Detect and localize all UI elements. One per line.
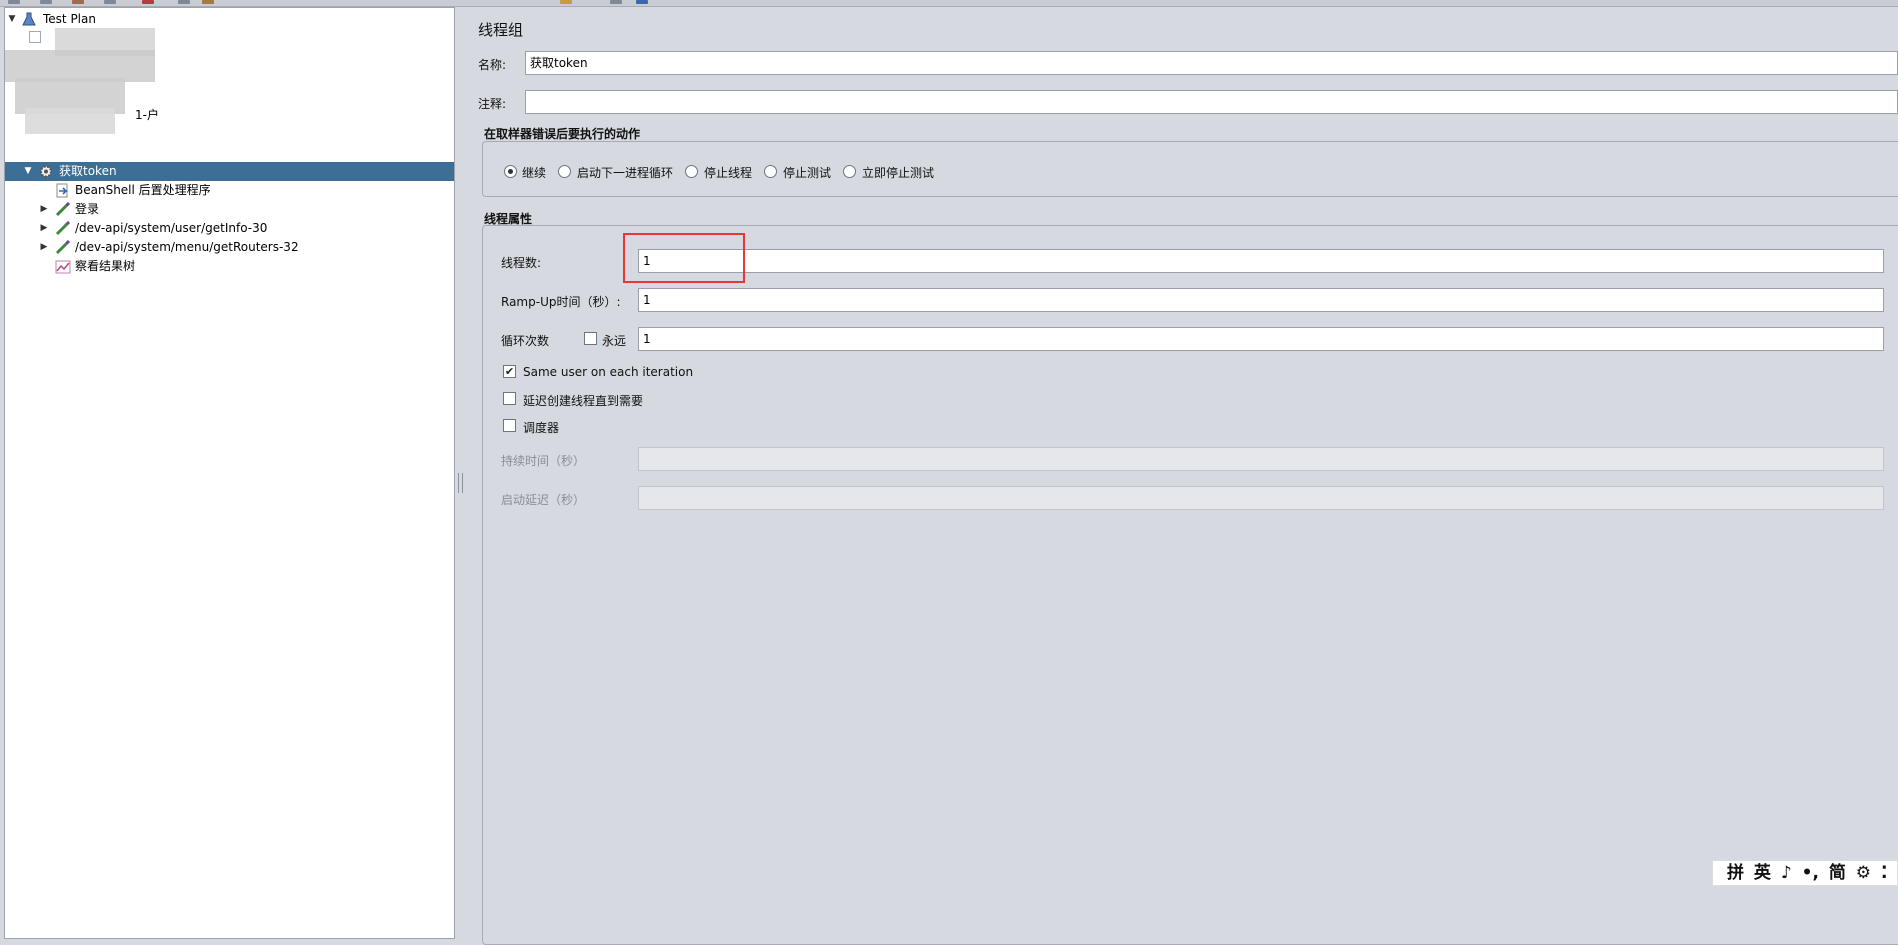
comment-input[interactable]	[525, 90, 1898, 114]
radio-stop-test-now[interactable]	[843, 165, 856, 178]
ime-toolbar[interactable]: 拼 英 ♪ •, 简 ⚙ ⁚	[1712, 860, 1898, 886]
delay-thread-creation-label: 延迟创建线程直到需要	[523, 394, 644, 408]
error-action-title: 在取样器错误后要执行的动作	[484, 127, 641, 141]
tree-node-thread-group[interactable]: ▼ 获取token	[5, 162, 454, 181]
startup-delay-input	[638, 486, 1884, 510]
scheduler-label: 调度器	[523, 421, 560, 435]
ime-punctuation-icon[interactable]: •,	[1802, 863, 1819, 883]
toolbar-icon[interactable]	[178, 0, 190, 4]
rampup-input[interactable]: 1	[638, 288, 1884, 312]
radio-start-next-loop[interactable]	[558, 165, 571, 178]
radio-stop-test[interactable]	[764, 165, 777, 178]
radio-stop-thread[interactable]	[685, 165, 698, 178]
forever-label: 永远	[602, 334, 627, 348]
tree-node-results-tree[interactable]: 察看结果树	[5, 257, 454, 276]
tree-node-label: 获取token	[59, 164, 117, 178]
tree-node-label: /dev-api/system/user/getInfo-30	[75, 221, 268, 235]
thread-count-label: 线程数:	[501, 256, 542, 270]
tree-node-label: Test Plan	[43, 12, 96, 26]
gear-icon	[38, 164, 54, 179]
toolbar-icon[interactable]	[560, 0, 572, 4]
ime-music-icon[interactable]: ♪	[1781, 863, 1792, 883]
radio-start-next-loop-label: 启动下一进程循环	[577, 166, 674, 180]
rampup-label: Ramp-Up时间（秒）:	[501, 295, 621, 309]
tree-node-label: BeanShell 后置处理程序	[75, 183, 211, 197]
loop-count-label: 循环次数	[501, 334, 550, 348]
blurred-icon	[29, 31, 41, 43]
collapse-arrow-icon[interactable]: ▼	[7, 10, 17, 29]
toolbar-icon[interactable]	[610, 0, 622, 4]
startup-delay-label: 启动延迟（秒）	[501, 493, 586, 507]
same-user-label: Same user on each iteration	[523, 365, 694, 379]
partial-tree-node: 1-户	[135, 106, 195, 125]
beanshell-arrow-icon	[55, 183, 71, 198]
test-plan-tree[interactable]: ▼ Test Plan 1-户 ▼ 获取token BeanShell 后置处理…	[4, 7, 455, 939]
tree-node-beanshell[interactable]: BeanShell 后置处理程序	[5, 181, 454, 200]
comment-label: 注释:	[478, 97, 507, 111]
loop-count-input[interactable]: 1	[638, 327, 1884, 351]
toolbar-icon[interactable]	[72, 0, 84, 4]
http-sampler-pipette-icon	[55, 239, 71, 255]
thread-count-input[interactable]: 1	[638, 249, 1884, 273]
panel-title: 线程组	[478, 21, 524, 39]
tree-node-getinfo[interactable]: ▶ /dev-api/system/user/getInfo-30	[5, 219, 454, 238]
http-sampler-pipette-icon	[55, 201, 71, 217]
expand-arrow-icon[interactable]: ▶	[39, 238, 49, 257]
toolbar-icon[interactable]	[142, 0, 154, 4]
flask-icon	[21, 12, 37, 27]
ime-settings-icon[interactable]: ⚙	[1856, 863, 1871, 883]
duration-label: 持续时间（秒）	[501, 454, 586, 468]
toolbar-icon[interactable]	[636, 0, 648, 4]
red-highlight-box	[623, 233, 745, 283]
radio-stop-test-now-label: 立即停止测试	[862, 166, 935, 180]
radio-continue[interactable]	[504, 165, 517, 178]
blurred-area	[25, 108, 115, 134]
same-user-checkbox[interactable]: ✔	[503, 365, 516, 378]
toolbar-icon[interactable]	[202, 0, 214, 4]
duration-input	[638, 447, 1884, 471]
expand-arrow-icon[interactable]: ▶	[39, 200, 49, 219]
toolbar-icon[interactable]	[8, 0, 20, 4]
forever-checkbox[interactable]	[584, 332, 597, 345]
toolbar-icon[interactable]	[104, 0, 116, 4]
thread-group-editor: 线程组 名称: 获取token 注释: 在取样器错误后要执行的动作 继续 启动下…	[464, 7, 1898, 945]
ime-english-icon[interactable]: 英	[1754, 863, 1771, 883]
tree-node-label: 1-户	[135, 108, 159, 122]
tree-node-label: 察看结果树	[75, 259, 136, 273]
name-label: 名称:	[478, 58, 507, 72]
results-tree-chart-icon	[55, 259, 71, 274]
delay-thread-creation-checkbox[interactable]	[503, 392, 516, 405]
ime-pinyin-icon[interactable]: 拼	[1727, 863, 1744, 883]
http-sampler-pipette-icon	[55, 220, 71, 236]
radio-continue-label: 继续	[522, 166, 547, 180]
scheduler-checkbox[interactable]	[503, 419, 516, 432]
splitter-grip-icon[interactable]	[458, 473, 463, 493]
collapse-arrow-icon[interactable]: ▼	[23, 162, 33, 181]
tree-node-login[interactable]: ▶ 登录	[5, 200, 454, 219]
tree-node-getrouters[interactable]: ▶ /dev-api/system/menu/getRouters-32	[5, 238, 454, 257]
toolbar-icon[interactable]	[40, 0, 52, 4]
radio-stop-thread-label: 停止线程	[704, 166, 753, 180]
tree-node-label: /dev-api/system/menu/getRouters-32	[75, 240, 299, 254]
tree-node-test-plan[interactable]: ▼ Test Plan	[5, 10, 454, 29]
name-input[interactable]: 获取token	[525, 51, 1898, 75]
expand-arrow-icon[interactable]: ▶	[39, 219, 49, 238]
ime-simplified-icon[interactable]: 简	[1829, 863, 1846, 883]
tree-node-label: 登录	[75, 202, 100, 216]
radio-stop-test-label: 停止测试	[783, 166, 832, 180]
ime-more-icon[interactable]: ⁚	[1881, 863, 1887, 883]
panel-splitter[interactable]	[455, 7, 464, 939]
toolbar-strip	[0, 0, 1898, 7]
